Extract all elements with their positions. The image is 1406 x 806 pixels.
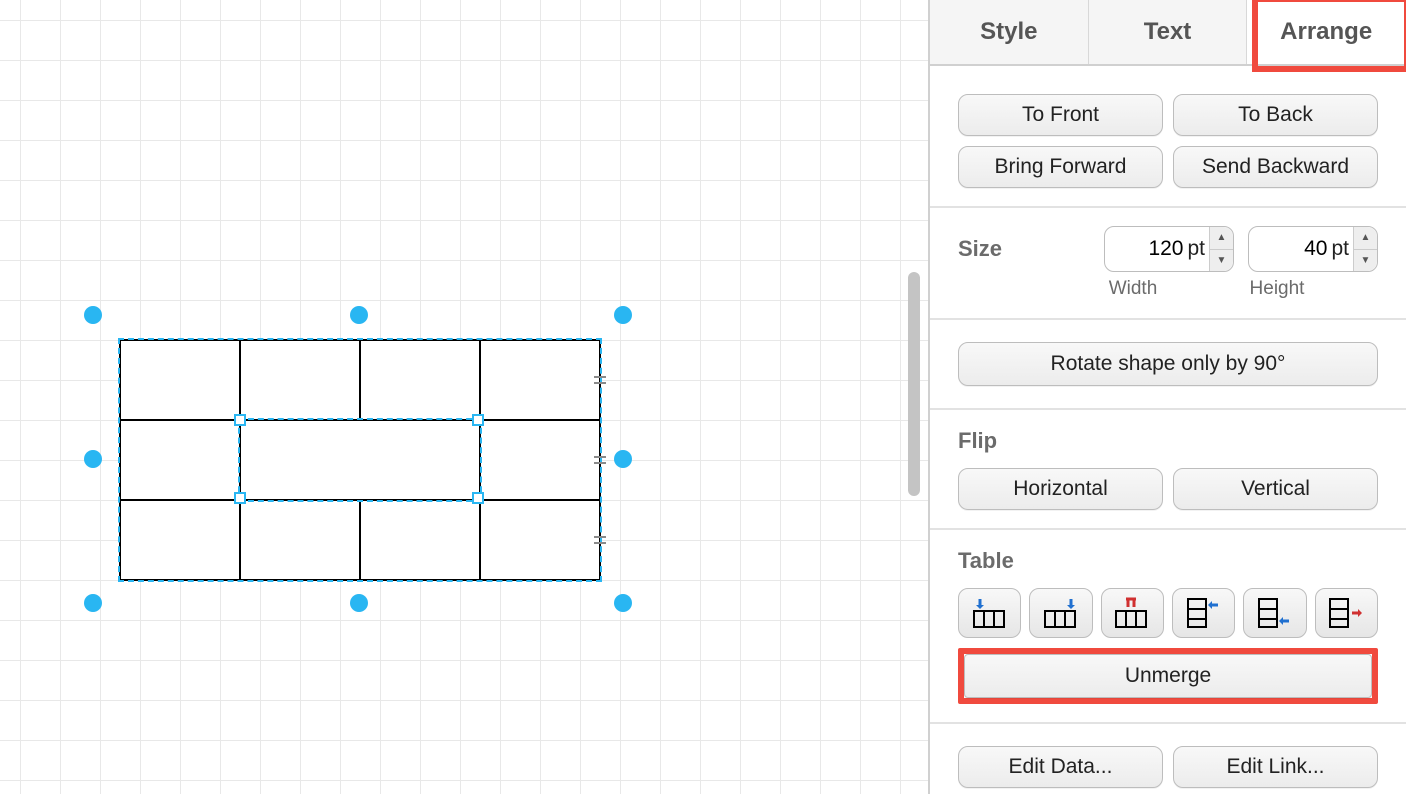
flip-vertical-button[interactable]: Vertical [1173,468,1378,510]
edit-link-button[interactable]: Edit Link... [1173,746,1378,788]
format-panel: Style Text Arrange To Front To Back Brin… [928,0,1406,794]
height-label: Height [1212,278,1342,300]
insert-column-right-icon[interactable] [1029,588,1092,638]
unit: pt [1331,237,1353,261]
scrollbar[interactable] [908,272,920,496]
flip-label: Flip [958,428,1378,454]
selection-handle[interactable] [350,306,368,324]
unmerge-button[interactable]: Unmerge [964,654,1372,698]
bring-forward-button[interactable]: Bring Forward [958,146,1163,188]
height-input[interactable] [1249,237,1331,261]
canvas[interactable] [0,0,928,794]
selection-handle[interactable] [84,594,102,612]
selection-handle[interactable] [350,594,368,612]
cell-handle[interactable] [472,414,484,426]
selection-handle[interactable] [614,450,632,468]
delete-column-icon[interactable] [1101,588,1164,638]
shape-table[interactable] [119,339,601,581]
edit-data-button[interactable]: Edit Data... [958,746,1163,788]
section-rotate: Rotate shape only by 90° [930,320,1406,410]
delete-row-icon[interactable] [1315,588,1378,638]
cell-handle[interactable] [234,414,246,426]
selection-handle[interactable] [614,306,632,324]
height-stepper[interactable]: ▲▼ [1353,227,1377,271]
table-label: Table [958,548,1378,574]
tab-arrange[interactable]: Arrange [1247,0,1406,64]
selection-handle[interactable] [84,306,102,324]
to-front-button[interactable]: To Front [958,94,1163,136]
tabs: Style Text Arrange [930,0,1406,66]
tab-style[interactable]: Style [930,0,1089,64]
width-input[interactable] [1105,237,1187,261]
insert-column-left-icon[interactable] [958,588,1021,638]
highlight-box: Unmerge [958,648,1378,704]
send-backward-button[interactable]: Send Backward [1173,146,1378,188]
width-stepper[interactable]: ▲▼ [1209,227,1233,271]
section-flip: Flip Horizontal Vertical [930,410,1406,530]
size-label: Size [958,236,1090,262]
insert-row-above-icon[interactable] [1172,588,1235,638]
section-size: Size pt ▲▼ pt ▲▼ Width Height [930,208,1406,320]
width-label: Width [1068,278,1198,300]
section-ordering: To Front To Back Bring Forward Send Back… [930,66,1406,208]
connection-point[interactable] [594,376,606,384]
height-field[interactable]: pt ▲▼ [1248,226,1378,272]
tab-text[interactable]: Text [1089,0,1248,64]
merged-cell[interactable] [240,420,480,500]
flip-horizontal-button[interactable]: Horizontal [958,468,1163,510]
unit: pt [1187,237,1209,261]
section-table: Table Unmerge [930,530,1406,724]
selection-handle[interactable] [84,450,102,468]
connection-point[interactable] [594,456,606,464]
rotate-button[interactable]: Rotate shape only by 90° [958,342,1378,386]
insert-row-below-icon[interactable] [1243,588,1306,638]
cell-handle[interactable] [234,492,246,504]
connection-point[interactable] [594,536,606,544]
selection-handle[interactable] [614,594,632,612]
width-field[interactable]: pt ▲▼ [1104,226,1234,272]
cell-handle[interactable] [472,492,484,504]
to-back-button[interactable]: To Back [1173,94,1378,136]
